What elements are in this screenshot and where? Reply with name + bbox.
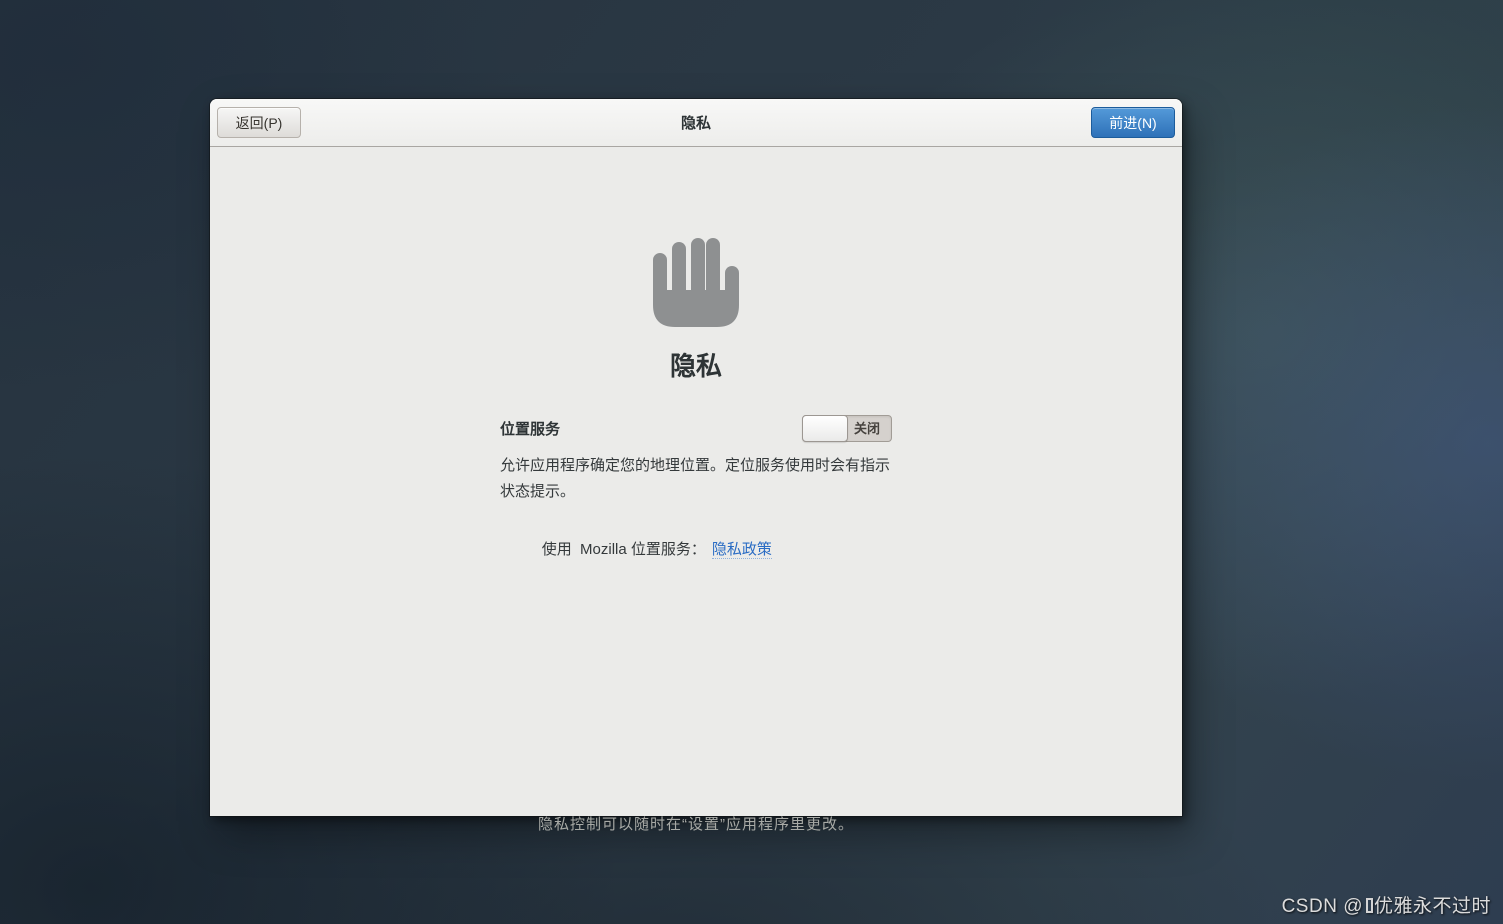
watermark-suffix: 优雅永不过时 — [1373, 896, 1491, 917]
location-services-toggle[interactable]: 关闭 — [802, 415, 892, 442]
footer-note: 隐私控制可以随时在“设置”应用程序里更改。 — [538, 816, 854, 833]
page-heading: 隐私 — [669, 351, 722, 381]
provider-text: 使用 Mozilla 位置服务： — [541, 541, 706, 558]
forward-button[interactable]: 前进(N) — [1091, 107, 1175, 138]
stop-hand-icon — [653, 235, 739, 327]
toggle-state-label: 关闭 — [853, 421, 880, 436]
csdn-watermark: CSDN @ 优雅永不过时 — [1282, 891, 1491, 918]
toggle-knob[interactable] — [802, 415, 848, 442]
titlebar: 返回(P) 隐私 前进(N) — [210, 99, 1182, 147]
provider-line: 使用 Mozilla 位置服务： 隐私政策 — [500, 521, 892, 576]
privacy-page: 隐私 位置服务 关闭 允许应用程序确定您的地理位置。定位服务使用时会有指示状态提… — [210, 147, 1182, 833]
watermark-prefix: CSDN @ — [1281, 896, 1363, 917]
location-services-section: 位置服务 关闭 允许应用程序确定您的地理位置。定位服务使用时会有指示状态提示。 … — [500, 415, 892, 576]
initial-setup-window: 返回(P) 隐私 前进(N) 隐私 位置服务 关闭 允许应用程序确定您的地理位置… — [210, 99, 1182, 833]
desktop-background: 返回(P) 隐私 前进(N) 隐私 位置服务 关闭 允许应用程序确定您的地理位置… — [0, 0, 1503, 924]
window-title: 隐私 — [680, 115, 711, 132]
location-services-description: 允许应用程序确定您的地理位置。定位服务使用时会有指示状态提示。 — [500, 457, 891, 500]
missing-glyph-box — [1365, 898, 1373, 913]
privacy-policy-link[interactable]: 隐私政策 — [711, 541, 772, 559]
location-services-label: 位置服务 — [500, 421, 561, 438]
back-button[interactable]: 返回(P) — [217, 107, 301, 138]
